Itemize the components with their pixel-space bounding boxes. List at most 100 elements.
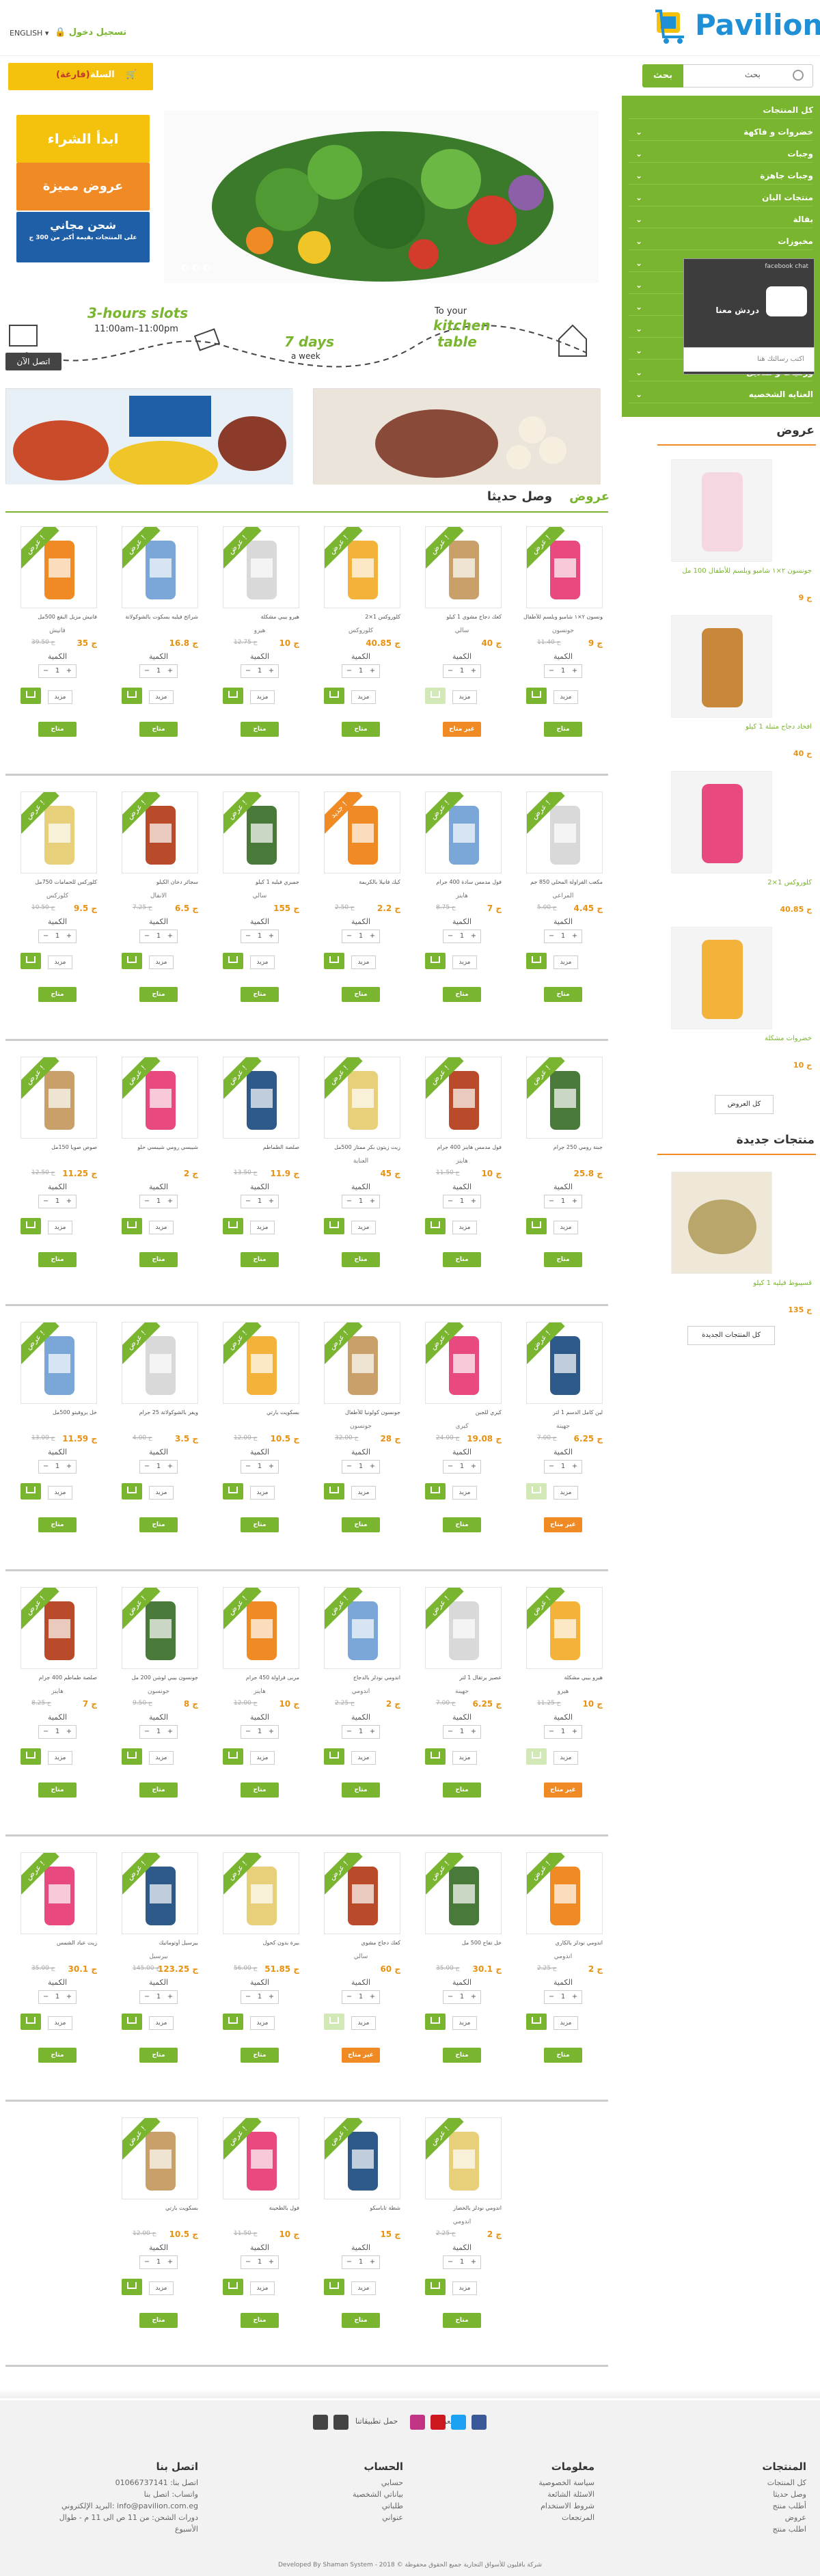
product-image[interactable]: عرض ! (526, 1852, 603, 1934)
add-to-cart-button[interactable] (324, 1483, 344, 1500)
more-button[interactable]: مزيد (149, 2281, 174, 2295)
product-card[interactable]: عرض ! خل بروفيتو 500مل 11.59 ج 13.00 ج الكمي… (18, 1322, 97, 1551)
product-card[interactable]: جديد ! كيك فانيلا بالكريمة 2.2 ج 2.50 ج الكم… (321, 791, 400, 1021)
new-product-image[interactable] (671, 1171, 772, 1274)
sidebar-item[interactable]: منتجات البان ⌄ (629, 189, 813, 206)
product-card[interactable]: عرض ! خل تفاح 500 مل 30.1 ج 35.00 ج الكمية − … (422, 1852, 502, 2082)
more-button[interactable]: مزيد (48, 1221, 72, 1234)
more-button[interactable]: مزيد (351, 690, 376, 704)
product-image[interactable]: عرض ! (526, 1587, 603, 1669)
product-card[interactable]: عرض ! فول مدمس سادة 400 جرام هاينز 7 ج 8.75 … (422, 791, 502, 1021)
plus-icon[interactable]: + (370, 1728, 375, 1735)
more-button[interactable]: مزيد (554, 1486, 578, 1500)
add-to-cart-button[interactable] (122, 1483, 142, 1500)
plus-icon[interactable]: + (370, 1993, 375, 2001)
product-card[interactable]: عرض ! هيرو بيبي مشكلة هيرو 10 ج 11.25 ج الكمي… (523, 1587, 603, 1817)
offer-item-image[interactable] (671, 615, 772, 718)
plus-icon[interactable]: + (66, 1197, 72, 1205)
new-product-name[interactable]: قسيبوط فيليه 1 كيلو (675, 1279, 812, 1287)
offer-item-image[interactable] (671, 927, 772, 1029)
add-to-cart-button[interactable] (526, 1748, 547, 1765)
plus-icon[interactable]: + (471, 2258, 476, 2266)
tab-new-arrivals[interactable]: وصل حديثا (487, 489, 552, 504)
minus-icon[interactable]: − (346, 667, 352, 675)
footer-link[interactable]: سياسة الخصوصية (444, 2477, 594, 2489)
quantity-stepper[interactable]: − 1 + (544, 664, 582, 678)
more-button[interactable]: مزيد (48, 1486, 72, 1500)
more-button[interactable]: مزيد (554, 2016, 578, 2030)
minus-icon[interactable]: − (549, 1728, 554, 1735)
product-card[interactable]: عرض ! فانيش مزيل البقع 500مل فانيش 35 ج 39.5… (18, 526, 97, 756)
product-name[interactable]: سجائر دخان الكيلو (119, 879, 198, 887)
more-button[interactable]: مزيد (554, 1751, 578, 1765)
add-to-cart-button[interactable] (425, 1218, 446, 1234)
all-offers-button[interactable]: كل العروض (715, 1095, 774, 1114)
product-image[interactable]: عرض ! (425, 526, 502, 608)
product-name[interactable]: كعك دجاج مشوي (321, 1940, 400, 1948)
plus-icon[interactable]: + (167, 1463, 173, 1470)
product-image[interactable]: عرض ! (223, 526, 299, 608)
facebook-icon[interactable] (472, 2415, 487, 2430)
product-name[interactable]: زيت زيتون بكر ممتاز 500مل (321, 1144, 400, 1152)
start-shopping-button[interactable]: ابدأ الشراء (16, 115, 150, 163)
minus-icon[interactable]: − (43, 1728, 49, 1735)
product-card[interactable]: عرض ! ويفر بالشوكولاتة 25 جرام 3.5 ج 4.00 ج… (119, 1322, 198, 1551)
product-image[interactable]: عرض ! (526, 1322, 603, 1404)
add-to-cart-button[interactable] (324, 688, 344, 704)
product-image[interactable]: عرض ! (425, 1852, 502, 1934)
product-name[interactable]: جونسون بيبي لوشن 200 مل (119, 1675, 198, 1683)
minus-icon[interactable]: − (245, 1728, 251, 1735)
offer-item-name[interactable]: جونسون ٢×١ شامبو وبلسم للأطفال 100 مل (675, 567, 812, 575)
quantity-stepper[interactable]: − 1 + (139, 1990, 178, 2004)
new-product-item[interactable]: قسيبوط فيليه 1 كيلو 135 ج (661, 1171, 819, 1329)
minus-icon[interactable]: − (448, 2258, 453, 2266)
product-image[interactable]: عرض ! (20, 1322, 97, 1404)
apple-store-icon[interactable] (333, 2415, 348, 2430)
product-card[interactable]: عرض ! جمبري فيليه 1 كيلو سالي 155 ج الكمية − … (220, 791, 299, 1021)
minus-icon[interactable]: − (144, 932, 150, 940)
search-button[interactable]: بحث (642, 64, 683, 87)
more-button[interactable]: مزيد (351, 1221, 376, 1234)
quantity-stepper[interactable]: − 1 + (139, 930, 178, 943)
add-to-cart-button[interactable] (223, 1218, 243, 1234)
offer-item-name[interactable]: افخاد دجاج متبلة 1 كيلو (675, 723, 812, 731)
minus-icon[interactable]: − (144, 667, 150, 675)
more-button[interactable]: مزيد (452, 2281, 477, 2295)
quantity-stepper[interactable]: − 1 + (241, 2255, 279, 2269)
minus-icon[interactable]: − (43, 932, 49, 940)
product-name[interactable]: كلوركس للحمامات 750مل (18, 879, 97, 887)
more-button[interactable]: مزيد (250, 2281, 275, 2295)
product-name[interactable]: كيك فانيلا بالكريمة (321, 879, 400, 887)
minus-icon[interactable]: − (448, 667, 453, 675)
quantity-stepper[interactable]: − 1 + (544, 1725, 582, 1739)
chat-message-input[interactable]: اكتب رسالتك هنا (683, 347, 815, 372)
quantity-stepper[interactable]: − 1 + (241, 1990, 279, 2004)
footer-link[interactable]: عنواني (253, 2512, 403, 2523)
product-image[interactable]: عرض ! (223, 791, 299, 873)
quantity-stepper[interactable]: − 1 + (443, 1725, 481, 1739)
quantity-stepper[interactable]: − 1 + (241, 664, 279, 678)
product-name[interactable]: جونسون ٢×١ شامبو وبلسم للأطفال (523, 614, 603, 622)
minus-icon[interactable]: − (245, 2258, 251, 2266)
minus-icon[interactable]: − (144, 2258, 150, 2266)
logo[interactable]: Pavilion (653, 4, 820, 48)
more-button[interactable]: مزيد (149, 1751, 174, 1765)
minus-icon[interactable]: − (245, 1463, 251, 1470)
more-button[interactable]: مزيد (48, 2016, 72, 2030)
product-card[interactable]: عرض ! فول مدمس هاينز 400 جرام هاينز 10 ج 11.… (422, 1057, 502, 1286)
product-card[interactable]: عرض ! هيرو بيبي مشكلة هيرو 10 ج 12.75 ج الكمي… (220, 526, 299, 756)
more-button[interactable]: مزيد (351, 1751, 376, 1765)
footer-link[interactable]: البريد الإلكتروني: info@pavilion.com.eg (48, 2500, 198, 2512)
minus-icon[interactable]: − (245, 667, 251, 675)
add-to-cart-button[interactable] (223, 1483, 243, 1500)
product-card[interactable]: عرض ! اندومي نودلز بالخضار اندومي 2 ج 2.25 ج… (422, 2117, 502, 2347)
product-card[interactable]: عرض ! شيبسي رومي شيبسي حلو 2 ج الكمية − 1 + م… (119, 1057, 198, 1286)
more-button[interactable]: مزيد (48, 955, 72, 969)
quantity-stepper[interactable]: − 1 + (241, 1195, 279, 1208)
product-image[interactable]: عرض ! (122, 791, 198, 873)
footer-link[interactable]: شروط الاستخدام (444, 2500, 594, 2512)
quantity-stepper[interactable]: − 1 + (544, 1195, 582, 1208)
product-name[interactable]: شطة تاباسكو (321, 2205, 400, 2213)
cart-button[interactable]: السلة (فارغة) 🛒 (8, 63, 153, 90)
product-name[interactable]: خل تفاح 500 مل (422, 1940, 502, 1948)
